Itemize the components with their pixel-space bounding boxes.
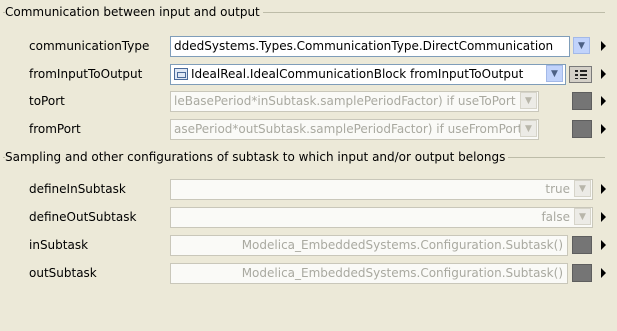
param-row-fromPort: fromPort asePeriod*outSubtask.samplePeri…	[0, 118, 617, 142]
chevron-down-icon[interactable]: ▼	[573, 37, 590, 54]
param-row-inSubtask: inSubtask Modelica_EmbeddedSystems.Confi…	[0, 234, 617, 258]
chevron-down-icon[interactable]: ▼	[574, 180, 591, 197]
edit-square-icon[interactable]	[572, 236, 592, 254]
param-row-defineOutSubtask: defineOutSubtask false ▼	[0, 206, 617, 230]
triangle-right-icon[interactable]	[601, 96, 606, 106]
list-menu-icon[interactable]	[569, 66, 592, 83]
param-label: communicationType	[29, 39, 150, 53]
edit-square-icon[interactable]	[572, 92, 592, 110]
param-label: inSubtask	[29, 238, 89, 252]
group-communication: Communication between input and output	[3, 5, 605, 20]
param-label: defineInSubtask	[29, 182, 126, 196]
edit-square-icon[interactable]	[572, 120, 592, 138]
chevron-down-icon[interactable]: ▼	[546, 65, 563, 82]
param-label: defineOutSubtask	[29, 210, 137, 224]
triangle-right-icon[interactable]	[601, 124, 606, 134]
group-subtask-configuration: Sampling and other configurations of sub…	[3, 150, 605, 165]
triangle-right-icon[interactable]	[601, 240, 606, 250]
param-label: outSubtask	[29, 266, 97, 280]
triangle-right-icon[interactable]	[601, 184, 606, 194]
param-label: toPort	[29, 94, 65, 108]
param-value-field[interactable]: asePeriod*outSubtask.samplePeriodFactor)…	[170, 119, 539, 140]
param-row-defineInSubtask: defineInSubtask true ▼	[0, 178, 617, 202]
param-label: fromInputToOutput	[29, 67, 143, 81]
param-value-field[interactable]: false	[170, 207, 593, 228]
edit-square-icon[interactable]	[572, 264, 592, 282]
triangle-right-icon[interactable]	[601, 41, 606, 51]
param-value-field[interactable]: IdealReal.IdealCommunicationBlock fromIn…	[170, 64, 566, 85]
param-value-field[interactable]: ddedSystems.Types.CommunicationType.Dire…	[170, 36, 570, 57]
param-value-field[interactable]: Modelica_EmbeddedSystems.Configuration.S…	[170, 235, 568, 256]
chevron-down-icon[interactable]: ▼	[520, 120, 537, 137]
chevron-down-icon[interactable]: ▼	[574, 208, 591, 225]
triangle-right-icon[interactable]	[601, 212, 606, 222]
param-value-field[interactable]: Modelica_EmbeddedSystems.Configuration.S…	[170, 263, 568, 284]
param-value-field[interactable]: leBasePeriod*inSubtask.samplePeriodFacto…	[170, 91, 539, 112]
param-value-field[interactable]: true	[170, 179, 593, 200]
param-row-toPort: toPort leBasePeriod*inSubtask.samplePeri…	[0, 90, 617, 114]
group-title: Communication between input and output	[5, 5, 263, 20]
param-row-fromInputToOutput: fromInputToOutput IdealReal.IdealCommuni…	[0, 63, 617, 87]
group-title: Sampling and other configurations of sub…	[5, 150, 509, 165]
param-row-outSubtask: outSubtask Modelica_EmbeddedSystems.Conf…	[0, 262, 617, 286]
chevron-down-icon[interactable]: ▼	[520, 92, 537, 109]
param-label: fromPort	[29, 122, 81, 136]
component-icon	[174, 68, 188, 80]
triangle-right-icon[interactable]	[601, 69, 606, 79]
triangle-right-icon[interactable]	[601, 268, 606, 278]
param-row-communicationType: communicationType ddedSystems.Types.Comm…	[0, 35, 617, 59]
